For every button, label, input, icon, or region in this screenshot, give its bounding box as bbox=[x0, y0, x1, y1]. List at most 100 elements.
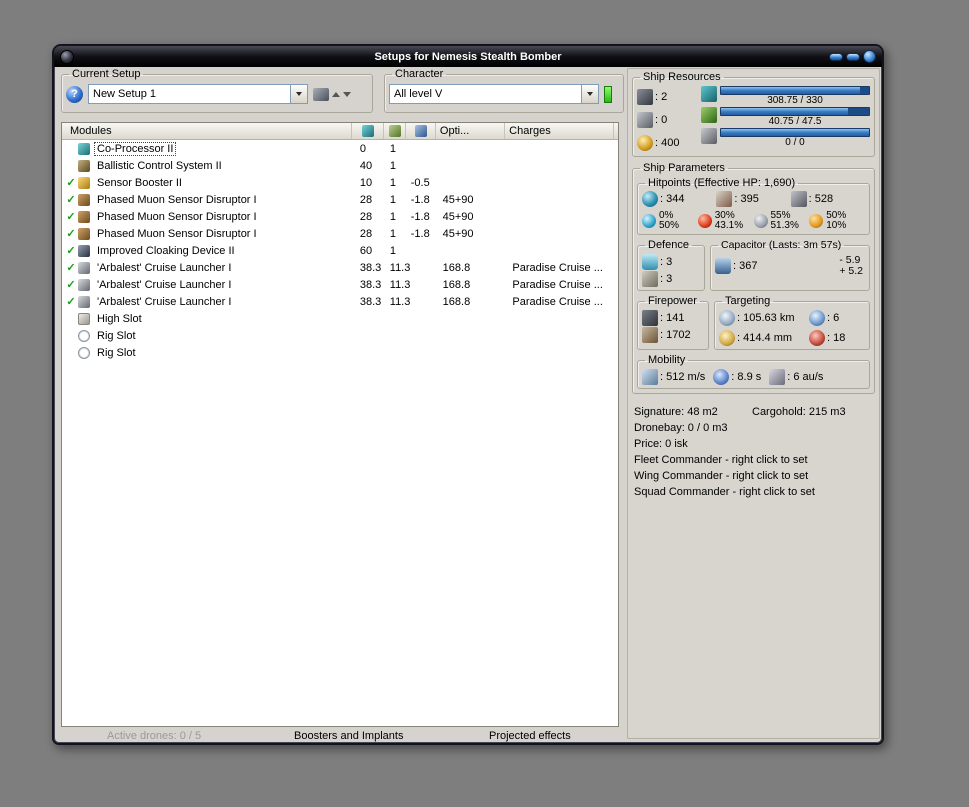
minimize-button[interactable] bbox=[829, 52, 843, 61]
setup-next-icon[interactable] bbox=[343, 91, 351, 97]
powergrid-usage-value: 11.3 bbox=[389, 278, 411, 291]
capacitor-column-header[interactable] bbox=[406, 123, 436, 139]
charge-name: Paradise Cruise ... bbox=[512, 295, 603, 308]
module-name: High Slot bbox=[97, 312, 142, 325]
module-name: Sensor Booster II bbox=[97, 176, 182, 189]
rig-slot-icon bbox=[78, 329, 90, 342]
structure-icon bbox=[790, 191, 807, 207]
character-select-dropdown-button[interactable] bbox=[581, 85, 598, 103]
module-name-cell: ✓ 'Arbalest' Cruise Launcher I bbox=[62, 276, 354, 293]
table-row[interactable]: ✓ 'Arbalest' Cruise Launcher I 38.3 11.3… bbox=[62, 259, 618, 276]
powergrid-usage-value: 11.3 bbox=[389, 295, 411, 308]
warp-speed-value: 6 au/s bbox=[787, 371, 823, 383]
defence-group: Defence 3 3 bbox=[637, 239, 705, 291]
module-active-check-icon: ✓ bbox=[66, 211, 76, 223]
modules-table-header[interactable]: Modules Opti... Charges bbox=[62, 123, 618, 140]
character-select[interactable]: All level V bbox=[389, 84, 599, 104]
chevron-down-icon bbox=[587, 92, 593, 96]
table-row[interactable]: ✓ Sensor Booster II 10 1 -0.5 bbox=[62, 174, 618, 191]
cpu-usage-value: 38.3 bbox=[359, 278, 382, 291]
dronebay-usage-text: 0 / 0 bbox=[785, 137, 805, 148]
module-name-cell: ✓ Improved Cloaking Device II bbox=[62, 242, 354, 259]
dps-value: 141 bbox=[660, 312, 684, 324]
boosters-implants-section[interactable]: Boosters and Implants bbox=[294, 730, 403, 742]
table-row[interactable]: High Slot bbox=[62, 310, 618, 327]
table-row[interactable]: ✓ Phased Muon Sensor Disruptor I 28 1 -1… bbox=[62, 191, 618, 208]
maximize-button[interactable] bbox=[846, 52, 860, 61]
setup-select[interactable]: New Setup 1 bbox=[88, 84, 308, 104]
max-targets-icon bbox=[809, 310, 825, 326]
modules-column-header[interactable]: Modules bbox=[62, 123, 352, 139]
firepower-group: Firepower 141 1702 bbox=[637, 295, 709, 350]
optimal-column-header[interactable]: Opti... bbox=[436, 123, 506, 139]
module-active-check-icon: ✓ bbox=[66, 228, 76, 240]
module-name: Phased Muon Sensor Disruptor I bbox=[97, 227, 257, 240]
titlebar[interactable]: Setups for Nemesis Stealth Bomber bbox=[54, 46, 882, 67]
character-status-indicator bbox=[604, 85, 612, 103]
cpu-bar-fill bbox=[721, 87, 861, 94]
module-name: 'Arbalest' Cruise Launcher I bbox=[97, 261, 232, 274]
fleet-commander-setting[interactable]: Fleet Commander - right click to set bbox=[634, 452, 873, 468]
table-row[interactable]: Rig Slot bbox=[62, 344, 618, 361]
module-name-cell: Rig Slot bbox=[62, 327, 354, 344]
firepower-label: Firepower bbox=[648, 295, 697, 307]
sensor-disruptor-icon bbox=[78, 193, 90, 206]
system-menu-icon[interactable] bbox=[60, 49, 74, 64]
setup-prev-icon[interactable] bbox=[332, 91, 340, 97]
cpu-usage-value: 38.3 bbox=[359, 295, 382, 308]
active-drones-section[interactable]: Active drones: 0 / 5 bbox=[107, 730, 201, 742]
ship-browser-icon[interactable] bbox=[313, 87, 329, 101]
optimal-range-value: 45+90 bbox=[442, 193, 474, 206]
powergrid-bar-fill bbox=[721, 108, 849, 115]
stats-panel: Ship Resources 2 0 400 308.75 / 330 bbox=[627, 68, 880, 739]
cpu-usage-value: 0 bbox=[359, 142, 367, 155]
module-name-cell: ✓ Phased Muon Sensor Disruptor I bbox=[62, 191, 354, 208]
powergrid-column-header[interactable] bbox=[384, 123, 407, 139]
targeting-label: Targeting bbox=[725, 295, 771, 307]
structure-hp-value: 528 bbox=[809, 193, 833, 205]
table-row[interactable]: ✓ Improved Cloaking Device II 60 1 bbox=[62, 242, 618, 259]
table-row[interactable]: Rig Slot bbox=[62, 327, 618, 344]
table-row[interactable]: ✓ 'Arbalest' Cruise Launcher I 38.3 11.3… bbox=[62, 276, 618, 293]
help-icon[interactable]: ? bbox=[66, 85, 83, 103]
wing-commander-setting[interactable]: Wing Commander - right click to set bbox=[634, 468, 873, 484]
setup-select-dropdown-button[interactable] bbox=[290, 85, 307, 103]
ship-parameters-label: Ship Parameters bbox=[643, 162, 725, 174]
charges-column-header[interactable]: Charges bbox=[505, 123, 614, 139]
character-group: Character All level V bbox=[384, 68, 624, 113]
module-name: Improved Cloaking Device II bbox=[97, 244, 235, 257]
shield-hp-value: 344 bbox=[660, 193, 684, 205]
targeting-range-value: 105.63 km bbox=[737, 312, 794, 324]
module-name-cell: ✓ Phased Muon Sensor Disruptor I bbox=[62, 225, 354, 242]
rig-slot-icon bbox=[78, 346, 90, 359]
cpu-icon bbox=[701, 86, 717, 102]
sensor-strength-value: 18 bbox=[827, 332, 845, 344]
charge-name: Paradise Cruise ... bbox=[512, 278, 603, 291]
chevron-down-icon bbox=[296, 92, 302, 96]
table-row[interactable]: ✓ 'Arbalest' Cruise Launcher I 38.3 11.3… bbox=[62, 293, 618, 310]
explosive-resist-icon bbox=[697, 214, 712, 228]
table-row[interactable]: Ballistic Control System II 40 1 bbox=[62, 157, 618, 174]
module-name-cell: ✓ Phased Muon Sensor Disruptor I bbox=[62, 208, 354, 225]
ship-resources-group: Ship Resources 2 0 400 308.75 / 330 bbox=[632, 71, 875, 157]
em-armor-resist: 50% bbox=[659, 220, 680, 231]
module-name: Phased Muon Sensor Disruptor I bbox=[97, 210, 257, 223]
powergrid-icon bbox=[701, 107, 717, 123]
powergrid-usage-value: 1 bbox=[389, 193, 396, 206]
squad-commander-setting[interactable]: Squad Commander - right click to set bbox=[634, 484, 873, 500]
powergrid-usage-value: 1 bbox=[389, 244, 396, 257]
table-row[interactable]: ✓ Phased Muon Sensor Disruptor I 28 1 -1… bbox=[62, 208, 618, 225]
cpu-column-header[interactable] bbox=[352, 123, 385, 139]
ballistic-control-icon bbox=[78, 159, 90, 172]
cpu-usage-value: 60 bbox=[359, 244, 373, 257]
sensor-strength-icon bbox=[809, 330, 825, 346]
close-button[interactable] bbox=[863, 50, 876, 63]
cargohold-value: Cargohold: 215 m3 bbox=[752, 406, 846, 418]
projected-effects-section[interactable]: Projected effects bbox=[489, 730, 571, 742]
turret-hardpoints-value: 2 bbox=[655, 91, 667, 103]
shield-recharge-value: 3 bbox=[660, 256, 672, 268]
volley-icon bbox=[642, 326, 658, 343]
table-row[interactable]: ✓ Phased Muon Sensor Disruptor I 28 1 -1… bbox=[62, 225, 618, 242]
table-row[interactable]: Co-Processor II 0 1 bbox=[62, 140, 618, 157]
calibration-value: 400 bbox=[655, 137, 679, 149]
